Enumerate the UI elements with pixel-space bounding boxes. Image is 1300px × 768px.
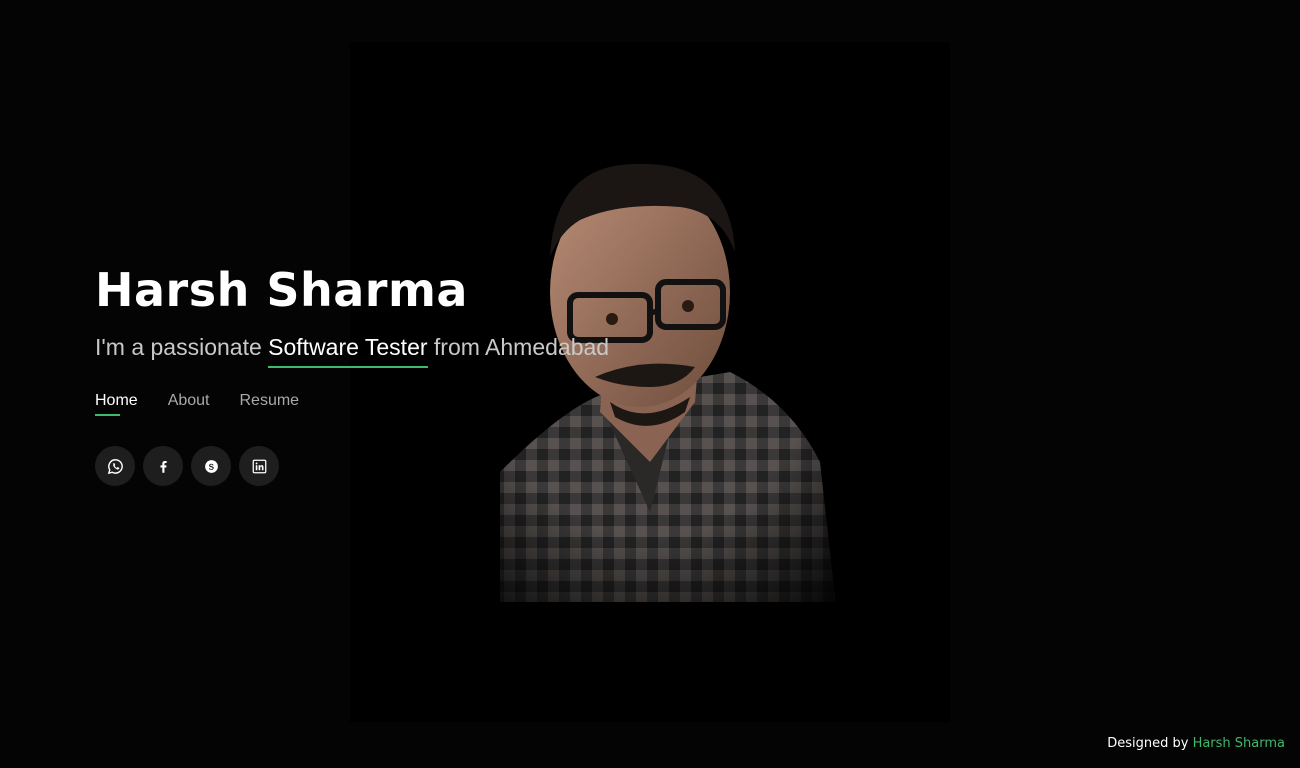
- nav-about-link[interactable]: About: [168, 392, 210, 416]
- footer-credit-name[interactable]: Harsh Sharma: [1193, 736, 1285, 751]
- tagline-suffix: from Ahmedabad: [427, 334, 610, 360]
- whatsapp-button[interactable]: [95, 446, 135, 486]
- facebook-button[interactable]: [143, 446, 183, 486]
- facebook-icon: [160, 460, 167, 473]
- nav-home-link[interactable]: Home: [95, 392, 138, 416]
- nav-resume-link[interactable]: Resume: [240, 392, 300, 416]
- skype-button[interactable]: [191, 446, 231, 486]
- hero-intro: Harsh Sharma I'm a passionate Software T…: [95, 258, 735, 486]
- page: Harsh Sharma I'm a passionate Software T…: [0, 0, 1300, 768]
- hero-tagline: I'm a passionate Software Tester from Ah…: [95, 332, 735, 368]
- footer-credit: Designed by Harsh Sharma: [1107, 736, 1285, 751]
- tagline-prefix: I'm a passionate: [95, 334, 269, 360]
- main-nav: Home About Resume: [95, 392, 735, 416]
- tagline-role: Software Tester: [268, 332, 428, 368]
- linkedin-icon: [252, 459, 266, 473]
- footer-prefix: Designed by: [1107, 736, 1193, 751]
- whatsapp-icon: [107, 458, 123, 474]
- linkedin-button[interactable]: [239, 446, 279, 486]
- hero-name: Harsh Sharma: [95, 263, 468, 317]
- skype-icon: [204, 459, 218, 473]
- social-links: [95, 446, 735, 486]
